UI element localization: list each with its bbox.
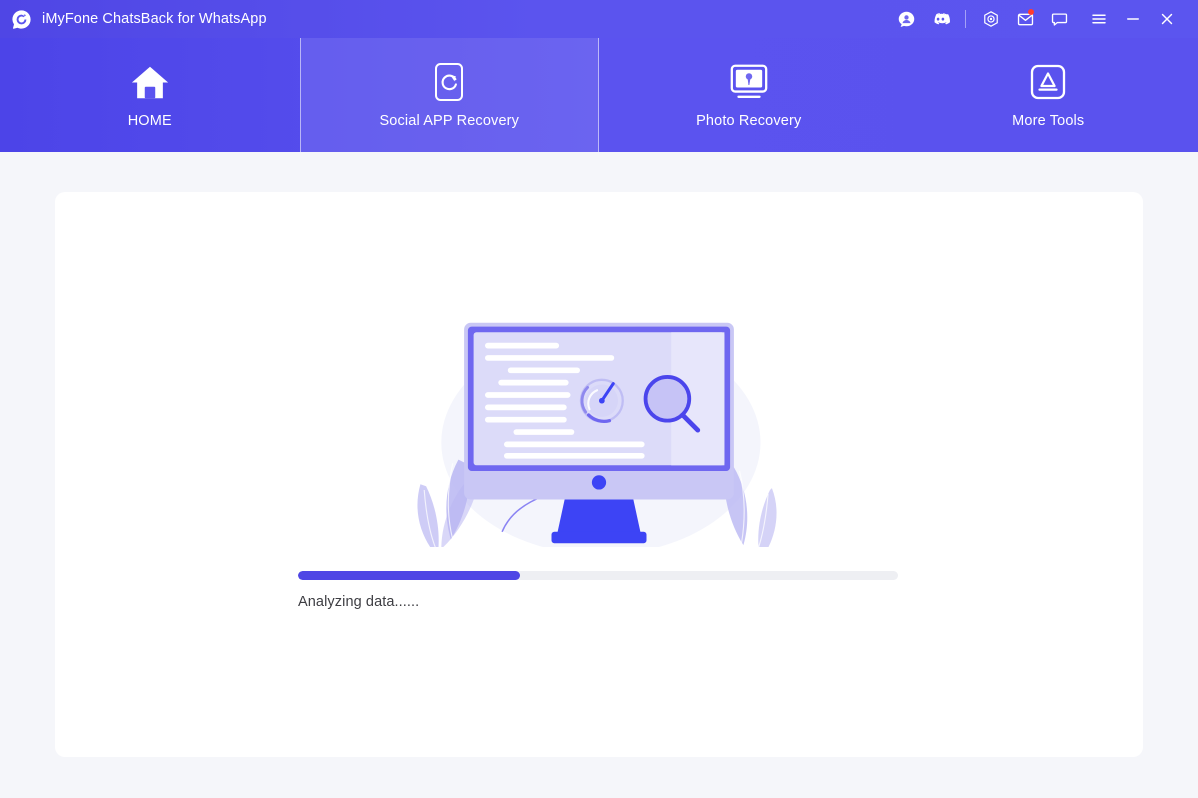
tab-home-label: HOME: [127, 112, 172, 129]
tab-photo-recovery-label: Photo Recovery: [696, 112, 802, 129]
tab-home[interactable]: HOME: [0, 38, 300, 152]
hamburger-menu-icon: [1092, 14, 1106, 24]
target-circle-button[interactable]: [974, 2, 1008, 36]
chatsback-circle-c-logo-icon: [12, 9, 31, 29]
progress-bar-fill: [298, 571, 520, 580]
monitor-camera-dot: [591, 475, 607, 490]
tab-photo-recovery[interactable]: Photo Recovery: [599, 38, 899, 152]
monitor-photo-icon: [728, 62, 770, 102]
account-avatar-button[interactable]: [889, 2, 923, 36]
chat-bubble-icon: [1051, 12, 1067, 26]
discord-icon: [934, 13, 950, 25]
notification-badge: [1028, 9, 1034, 15]
content-card: Analyzing data......: [55, 192, 1143, 757]
title-bar: iMyFone ChatsBack for WhatsApp: [0, 0, 1198, 38]
tab-social-app-recovery[interactable]: Social APP Recovery: [299, 38, 599, 152]
scanning-illustration: [55, 300, 1143, 547]
progress-block: Analyzing data......: [298, 571, 898, 610]
target-circle-icon: [984, 11, 998, 27]
account-avatar-icon: [898, 11, 914, 27]
main-content: Analyzing data......: [0, 152, 1198, 798]
tab-social-app-recovery-label: Social APP Recovery: [379, 112, 520, 129]
close-button[interactable]: [1150, 2, 1184, 36]
close-icon: [1161, 13, 1173, 25]
application-window: iMyFone ChatsBack for WhatsApp HOME Soci…: [0, 0, 1198, 798]
status-text: Analyzing data......: [298, 594, 420, 610]
gauge-icon: [579, 378, 624, 423]
progress-bar-track[interactable]: [298, 571, 898, 580]
main-navigation: HOME Social APP Recovery Photo Recovery …: [0, 38, 1198, 152]
titlebar-separator: [965, 10, 966, 28]
desktop-monitor-illustration: [417, 322, 777, 547]
tab-more-tools-label: More Tools: [1012, 112, 1085, 129]
titlebar-actions: [889, 2, 1184, 36]
minimize-button[interactable]: [1116, 2, 1150, 36]
hamburger-menu-button[interactable]: [1082, 2, 1116, 36]
phone-refresh-icon: [434, 62, 464, 102]
minimize-icon: [1127, 18, 1139, 20]
mail-envelope-button[interactable]: [1008, 2, 1042, 36]
app-store-icon: [1030, 62, 1066, 102]
chat-bubble-button[interactable]: [1042, 2, 1076, 36]
app-brand: iMyFone ChatsBack for WhatsApp: [11, 9, 267, 30]
tab-more-tools[interactable]: More Tools: [899, 38, 1198, 152]
home-icon: [129, 62, 171, 102]
discord-button[interactable]: [923, 2, 957, 36]
window-title: iMyFone ChatsBack for WhatsApp: [42, 11, 267, 27]
